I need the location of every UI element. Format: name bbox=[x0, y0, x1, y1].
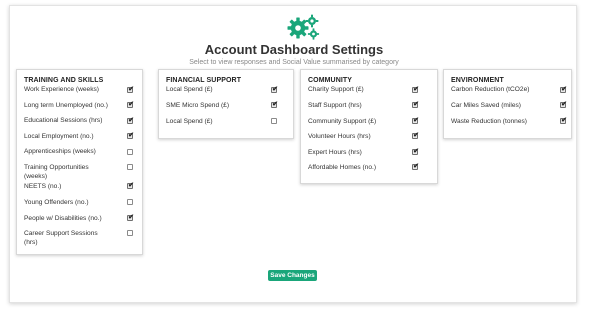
category-item-label: Local Spend (£) bbox=[166, 86, 213, 93]
category-item-checkbox[interactable]: ✔ bbox=[127, 182, 134, 189]
category-item-label: Local Employment (no.) bbox=[24, 133, 94, 140]
check-mark-icon: ✔ bbox=[128, 117, 134, 124]
check-mark-icon: ✔ bbox=[413, 86, 419, 93]
check-mark-icon: ✔ bbox=[413, 101, 419, 108]
category-item-label: NEETS (no.) bbox=[24, 183, 62, 190]
category-item-label: Apprenticeships (weeks) bbox=[24, 148, 96, 155]
category-item-checkbox[interactable]: ✔ bbox=[127, 132, 134, 139]
category-item-checkbox[interactable]: ✔ bbox=[271, 86, 278, 93]
category-item-label: Staff Support (hrs) bbox=[308, 102, 362, 109]
environment-card: ENVIRONMENT Carbon Reduction (tCO2e) ✔ C… bbox=[443, 69, 572, 139]
category-item-checkbox[interactable]: ✔ bbox=[412, 117, 419, 124]
category-item-checkbox[interactable] bbox=[271, 118, 277, 124]
financial-support-card: FINANCIAL SUPPORT Local Spend (£) ✔ SME … bbox=[158, 69, 294, 139]
category-item-label: Expert Hours (hrs) bbox=[308, 149, 362, 156]
category-item-label: Carbon Reduction (tCO2e) bbox=[451, 86, 530, 93]
category-item-label: Educational Sessions (hrs) bbox=[24, 117, 103, 124]
category-item-label: Car Miles Saved (miles) bbox=[451, 102, 521, 109]
category-item-label: Young Offenders (no.) bbox=[24, 199, 89, 206]
check-mark-icon: ✔ bbox=[272, 101, 278, 108]
check-mark-icon: ✔ bbox=[561, 101, 567, 108]
category-item-label: SME Micro Spend (£) bbox=[166, 102, 230, 109]
category-item-checkbox[interactable] bbox=[127, 230, 133, 236]
category-item-label: Community Support (£) bbox=[308, 118, 377, 125]
settings-panel: Account Dashboard Settings Select to vie… bbox=[9, 5, 577, 303]
check-mark-icon: ✔ bbox=[128, 86, 134, 93]
check-mark-icon: ✔ bbox=[272, 86, 278, 93]
category-item-checkbox[interactable]: ✔ bbox=[127, 214, 134, 221]
category-item-checkbox[interactable]: ✔ bbox=[127, 101, 134, 108]
category-item-label: Long term Unemployed (no.) bbox=[24, 102, 108, 109]
category-item-checkbox[interactable]: ✔ bbox=[412, 101, 419, 108]
check-mark-icon: ✔ bbox=[561, 117, 567, 124]
card-title: FINANCIAL SUPPORT bbox=[166, 77, 242, 84]
check-mark-icon: ✔ bbox=[128, 182, 134, 189]
category-item-checkbox[interactable] bbox=[127, 149, 133, 155]
category-item-checkbox[interactable] bbox=[127, 164, 133, 170]
check-mark-icon: ✔ bbox=[128, 132, 134, 139]
training-and-skills-card: TRAINING AND SKILLS Work Experience (wee… bbox=[16, 69, 143, 255]
card-title: TRAINING AND SKILLS bbox=[24, 77, 104, 84]
category-item-checkbox[interactable]: ✔ bbox=[412, 148, 419, 155]
category-item-checkbox[interactable]: ✔ bbox=[412, 86, 419, 93]
category-item-label: Volunteer Hours (hrs) bbox=[308, 133, 371, 140]
check-mark-icon: ✔ bbox=[413, 163, 419, 170]
check-mark-icon: ✔ bbox=[413, 117, 419, 124]
category-item-label: Affordable Homes (no.) bbox=[308, 164, 377, 171]
category-item-label: Training Opportunities (weeks) bbox=[24, 164, 89, 180]
category-item-checkbox[interactable]: ✔ bbox=[560, 101, 567, 108]
category-item-checkbox[interactable]: ✔ bbox=[271, 101, 278, 108]
save-changes-button[interactable]: Save Changes bbox=[268, 270, 317, 281]
gears-icon bbox=[287, 14, 320, 40]
category-item-label: Work Experience (weeks) bbox=[24, 86, 99, 93]
check-mark-icon: ✔ bbox=[413, 132, 419, 139]
community-card: COMMUNITY Charity Support (£) ✔ Staff Su… bbox=[300, 69, 438, 184]
page-title: Account Dashboard Settings bbox=[204, 42, 384, 57]
check-mark-icon: ✔ bbox=[128, 214, 134, 221]
card-title: COMMUNITY bbox=[308, 77, 353, 84]
category-item-checkbox[interactable]: ✔ bbox=[412, 132, 419, 139]
category-item-label: Charity Support (£) bbox=[308, 86, 364, 93]
category-item-label: Local Spend (£) bbox=[166, 118, 213, 125]
category-item-checkbox[interactable]: ✔ bbox=[560, 86, 567, 93]
category-item-checkbox[interactable] bbox=[127, 199, 133, 205]
check-mark-icon: ✔ bbox=[128, 101, 134, 108]
category-item-checkbox[interactable]: ✔ bbox=[127, 86, 134, 93]
category-item-checkbox[interactable]: ✔ bbox=[412, 163, 419, 170]
check-mark-icon: ✔ bbox=[561, 86, 567, 93]
category-item-label: Career Support Sessions (hrs) bbox=[24, 230, 98, 246]
category-item-checkbox[interactable]: ✔ bbox=[127, 117, 134, 124]
page-subtitle: Select to view responses and Social Valu… bbox=[189, 59, 399, 66]
category-item-label: Waste Reduction (tonnes) bbox=[451, 118, 527, 125]
check-mark-icon: ✔ bbox=[413, 148, 419, 155]
card-title: ENVIRONMENT bbox=[451, 77, 504, 84]
category-item-checkbox[interactable]: ✔ bbox=[560, 117, 567, 124]
category-item-label: People w/ Disabilities (no.) bbox=[24, 215, 102, 222]
